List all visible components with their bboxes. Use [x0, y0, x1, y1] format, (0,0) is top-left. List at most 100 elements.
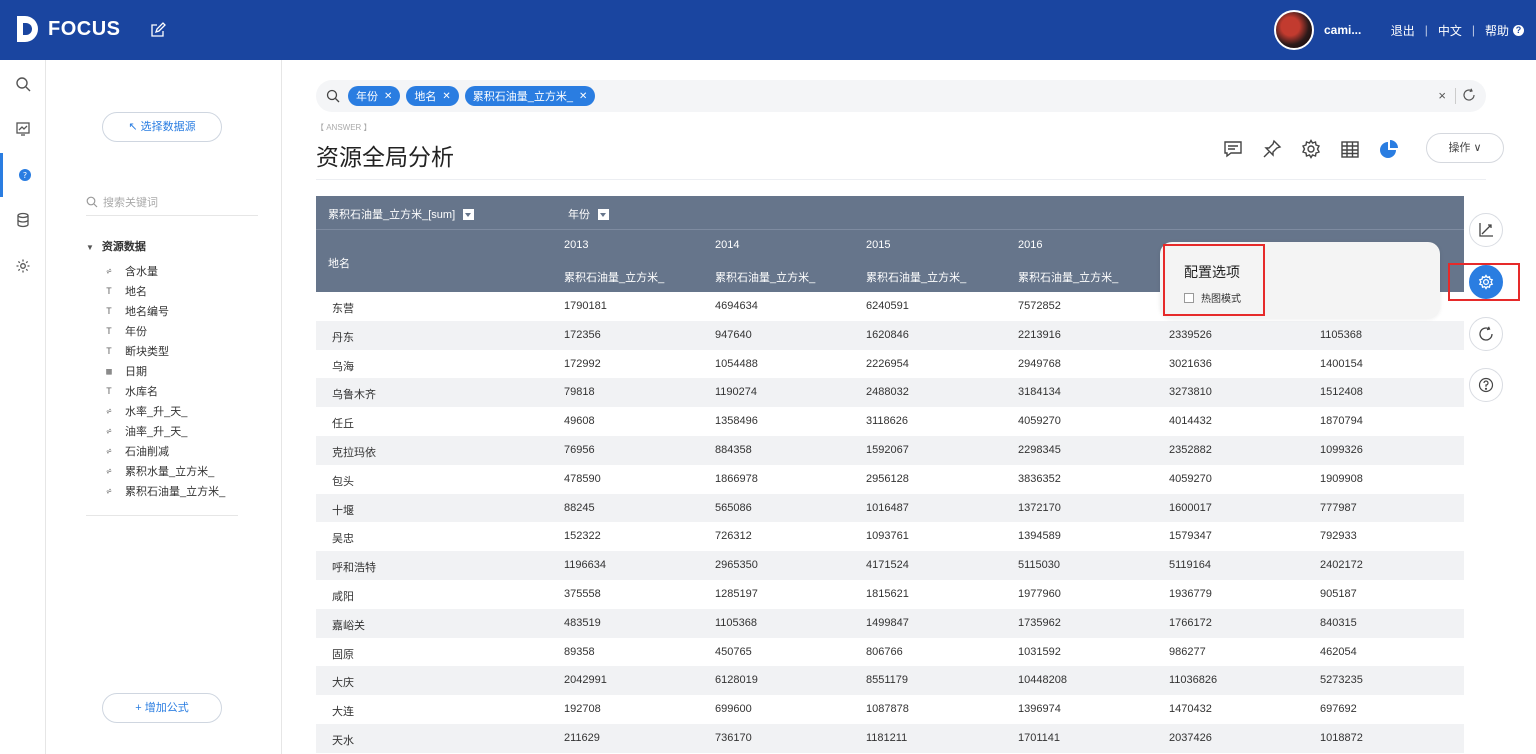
- value-cell: 11036826: [1169, 674, 1218, 687]
- field-tree: ▼ 资源数据 ⩫ 含水量 T 地名 T 地名编号 T 年份 T 断块类型 ▦ 日期 T 水库名 ⩫ 水率_升_天…: [86, 238, 258, 502]
- value-cell: 1087878: [866, 703, 909, 716]
- value-cell: 1054488: [715, 357, 758, 370]
- logout-link[interactable]: 退出: [1391, 22, 1415, 39]
- focus-logo[interactable]: FOCUS: [14, 14, 121, 44]
- value-cell: 5119164: [1169, 559, 1212, 572]
- field-item[interactable]: ⩫ 含水量: [86, 262, 258, 282]
- edit-icon[interactable]: [150, 22, 166, 38]
- measure-header[interactable]: 累积石油量_立方米_[sum]: [328, 206, 475, 222]
- operation-dropdown[interactable]: 操作 ∨: [1426, 133, 1504, 163]
- year-header[interactable]: 2015: [866, 239, 890, 251]
- value-cell: 1620846: [866, 328, 909, 341]
- year-header[interactable]: 2013: [564, 239, 588, 251]
- rail-search[interactable]: [0, 62, 46, 106]
- dropdown-icon[interactable]: [598, 209, 609, 220]
- search-chip[interactable]: 年份 ✕: [348, 86, 401, 106]
- pivot-header[interactable]: 年份: [568, 206, 609, 222]
- table-row: 丹东 172356 947640 1620846 2213916 2339526 11053…: [316, 320, 1464, 350]
- pie-chart-icon: [1380, 140, 1398, 158]
- column-subheader[interactable]: 累积石油量_立方米_: [1018, 269, 1118, 285]
- help-icon[interactable]: ?: [1513, 24, 1524, 36]
- field-item[interactable]: T 水库名: [86, 382, 258, 402]
- value-cell: 1400154: [1320, 357, 1363, 370]
- language-link[interactable]: 中文: [1438, 22, 1462, 39]
- row-name-cell: 克拉玛依: [332, 446, 376, 459]
- table-row: 乌鲁木齐 79818 1190274 2488032 3184134 3273810 151…: [316, 378, 1464, 408]
- refresh-icon[interactable]: [1462, 88, 1476, 102]
- field-label: 水率_升_天_: [125, 406, 188, 418]
- separator: |: [1424, 23, 1428, 37]
- table-view-button[interactable]: [1339, 138, 1361, 160]
- tree-group[interactable]: ▼ 资源数据: [86, 238, 258, 256]
- table-row: 咸阳 375558 1285197 1815621 1977960 1936779 9051…: [316, 580, 1464, 609]
- avatar[interactable]: [1274, 10, 1314, 50]
- year-header[interactable]: 2014: [715, 239, 739, 251]
- rail-dashboard[interactable]: [0, 107, 46, 151]
- search-bar[interactable]: 年份 ✕ 地名 ✕ 累积石油量_立方米_ ✕ ×: [316, 80, 1486, 112]
- value-cell: 1592067: [866, 443, 909, 456]
- close-icon[interactable]: ✕: [384, 91, 392, 102]
- row-name-cell: 大庆: [332, 677, 354, 690]
- reload-button[interactable]: [1469, 317, 1503, 351]
- help-link[interactable]: 帮助: [1485, 22, 1509, 39]
- value-cell: 1499847: [866, 616, 909, 629]
- value-cell: 172992: [564, 357, 601, 370]
- dropdown-icon[interactable]: [463, 209, 475, 220]
- clear-search-button[interactable]: ×: [1438, 88, 1446, 103]
- logo-icon: [17, 16, 38, 42]
- search-chip[interactable]: 地名 ✕: [406, 86, 459, 106]
- column-subheader[interactable]: 累积石油量_立方米_: [564, 269, 664, 285]
- field-item[interactable]: ▦ 日期: [86, 362, 258, 382]
- row-name-cell: 呼和浩特: [332, 562, 376, 575]
- highlight-box: [1448, 263, 1520, 301]
- user-area: cami... 退出 | 中文 | 帮助 ?: [1274, 10, 1524, 50]
- close-icon[interactable]: ✕: [442, 91, 450, 102]
- search-placeholder: 搜索关键词: [103, 196, 158, 209]
- year-header[interactable]: 2016: [1018, 239, 1042, 251]
- value-cell: 6240591: [866, 300, 909, 312]
- row-name-cell: 十堰: [332, 504, 354, 517]
- column-subheader[interactable]: 累积石油量_立方米_: [866, 269, 966, 285]
- settings-button[interactable]: [1300, 138, 1322, 160]
- field-item[interactable]: T 年份: [86, 322, 258, 342]
- field-item[interactable]: ⩫ 累积水量_立方米_: [86, 462, 258, 482]
- field-item[interactable]: ⩫ 油率_升_天_: [86, 422, 258, 442]
- search-chip[interactable]: 累积石油量_立方米_ ✕: [464, 86, 596, 106]
- chart-view-button[interactable]: [1378, 138, 1400, 160]
- value-cell: 7572852: [1018, 300, 1061, 312]
- rail-settings[interactable]: [0, 244, 46, 288]
- calendar-icon: ▦: [106, 367, 112, 377]
- field-item[interactable]: T 断块类型: [86, 342, 258, 362]
- close-icon[interactable]: ✕: [579, 91, 587, 102]
- axis-button[interactable]: [1469, 213, 1503, 247]
- select-datasource-button[interactable]: ↖ 选择数据源: [102, 112, 222, 142]
- number-field-icon: ⩫: [106, 467, 112, 477]
- field-item[interactable]: ⩫ 累积石油量_立方米_: [86, 482, 258, 502]
- field-item[interactable]: ⩫ 石油削减: [86, 442, 258, 462]
- table-row: 固原 89358 450765 806766 1031592 986277 462054: [316, 638, 1464, 667]
- field-item[interactable]: T 地名: [86, 282, 258, 302]
- pin-button[interactable]: [1261, 138, 1283, 160]
- rail-data[interactable]: [0, 198, 46, 242]
- value-cell: 2965350: [715, 559, 758, 572]
- username[interactable]: cami...: [1324, 23, 1361, 37]
- field-item[interactable]: ⩫ 水率_升_天_: [86, 402, 258, 422]
- chip-label: 地名: [414, 91, 437, 103]
- value-cell: 88245: [564, 501, 595, 514]
- column-subheader[interactable]: 累积石油量_立方米_: [715, 269, 815, 285]
- number-field-icon: ⩫: [106, 407, 112, 417]
- field-item[interactable]: T 地名编号: [86, 302, 258, 322]
- comment-button[interactable]: [1222, 138, 1244, 160]
- row-name-cell: 大连: [332, 706, 354, 719]
- add-formula-button[interactable]: + 增加公式: [102, 693, 222, 723]
- rail-answer[interactable]: ?: [0, 153, 46, 197]
- field-search[interactable]: 搜索关键词: [86, 188, 258, 216]
- number-field-icon: ⩫: [106, 427, 112, 437]
- field-label: 油率_升_天_: [125, 426, 188, 438]
- help-button[interactable]: [1469, 368, 1503, 402]
- row-name-cell: 天水: [332, 734, 354, 747]
- field-label: 累积水量_立方米_: [125, 466, 215, 478]
- value-cell: 1735962: [1018, 616, 1061, 629]
- row-name-cell: 嘉峪关: [332, 619, 365, 632]
- main-area: 年份 ✕ 地名 ✕ 累积石油量_立方米_ ✕ × 【 ANSWER 】 资源全局分析 操作…: [282, 60, 1536, 754]
